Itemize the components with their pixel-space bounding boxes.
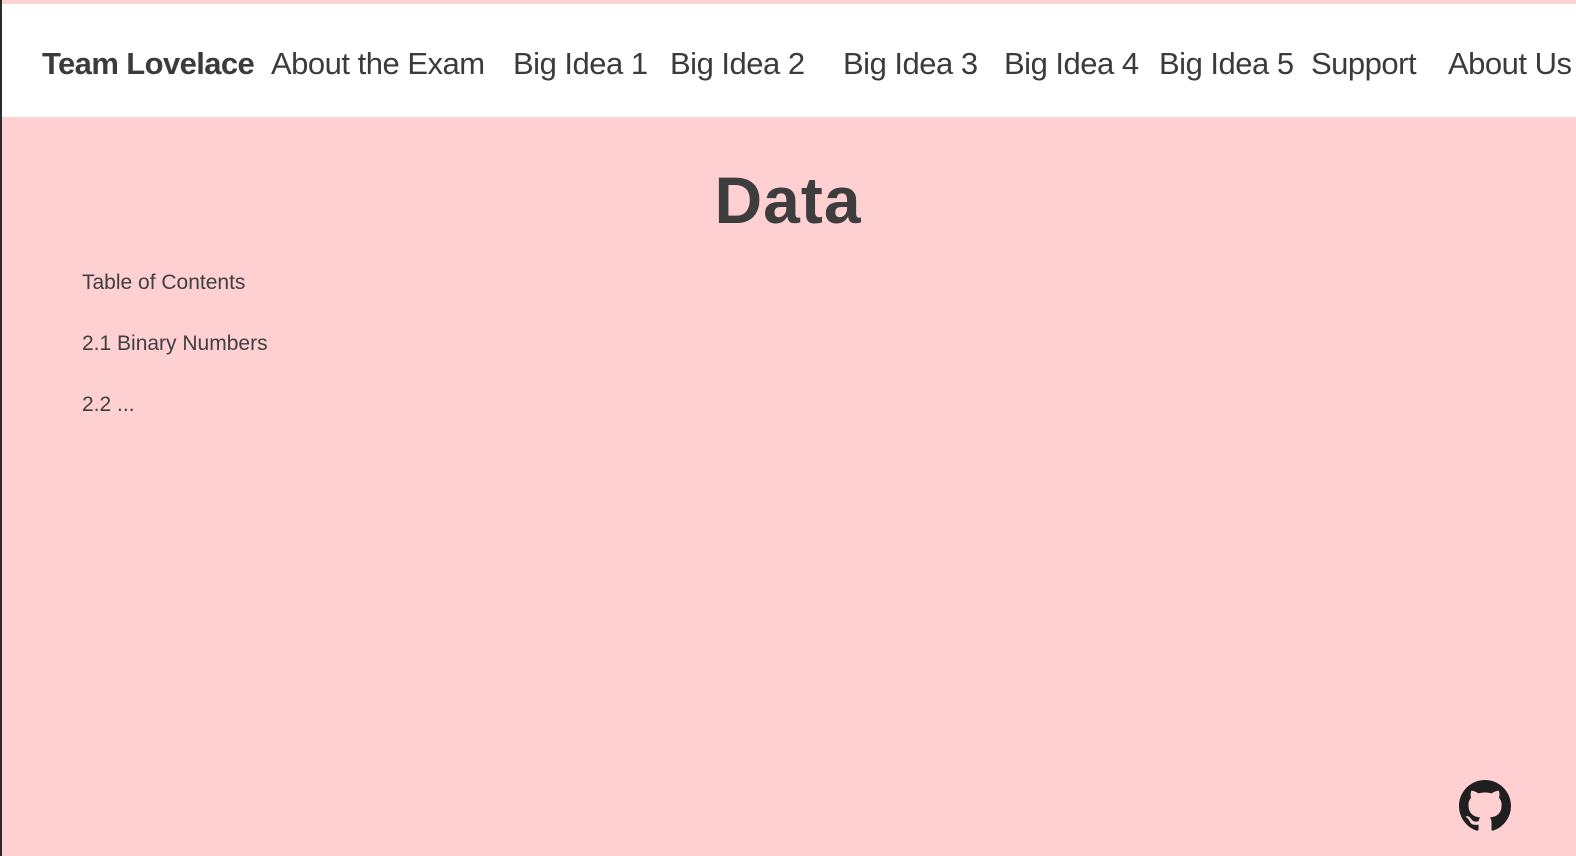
navbar: Team Lovelace About the Exam Big Idea 1 … bbox=[0, 4, 1576, 117]
nav-support[interactable]: Support bbox=[1311, 44, 1417, 84]
nav-big-idea-5[interactable]: Big Idea 5 bbox=[1159, 44, 1294, 84]
nav-about-exam[interactable]: About the Exam bbox=[271, 44, 485, 84]
brand-link[interactable]: Team Lovelace bbox=[42, 44, 255, 84]
nav-about-us[interactable]: About Us bbox=[1448, 44, 1572, 84]
nav-big-idea-3[interactable]: Big Idea 3 bbox=[843, 44, 978, 84]
top-stripe bbox=[0, 0, 1576, 4]
toc-heading: Table of Contents bbox=[82, 271, 246, 294]
page: Team Lovelace About the Exam Big Idea 1 … bbox=[0, 0, 1576, 856]
toc-item-2-2[interactable]: 2.2 ... bbox=[82, 391, 135, 419]
github-icon[interactable] bbox=[1459, 780, 1511, 832]
nav-big-idea-2[interactable]: Big Idea 2 bbox=[670, 44, 805, 84]
nav-big-idea-4[interactable]: Big Idea 4 bbox=[1004, 44, 1139, 84]
toc-item-binary-numbers[interactable]: 2.1 Binary Numbers bbox=[82, 330, 268, 358]
nav-big-idea-1[interactable]: Big Idea 1 bbox=[513, 44, 648, 84]
window-left-border bbox=[0, 0, 2, 856]
page-title: Data bbox=[714, 163, 862, 237]
